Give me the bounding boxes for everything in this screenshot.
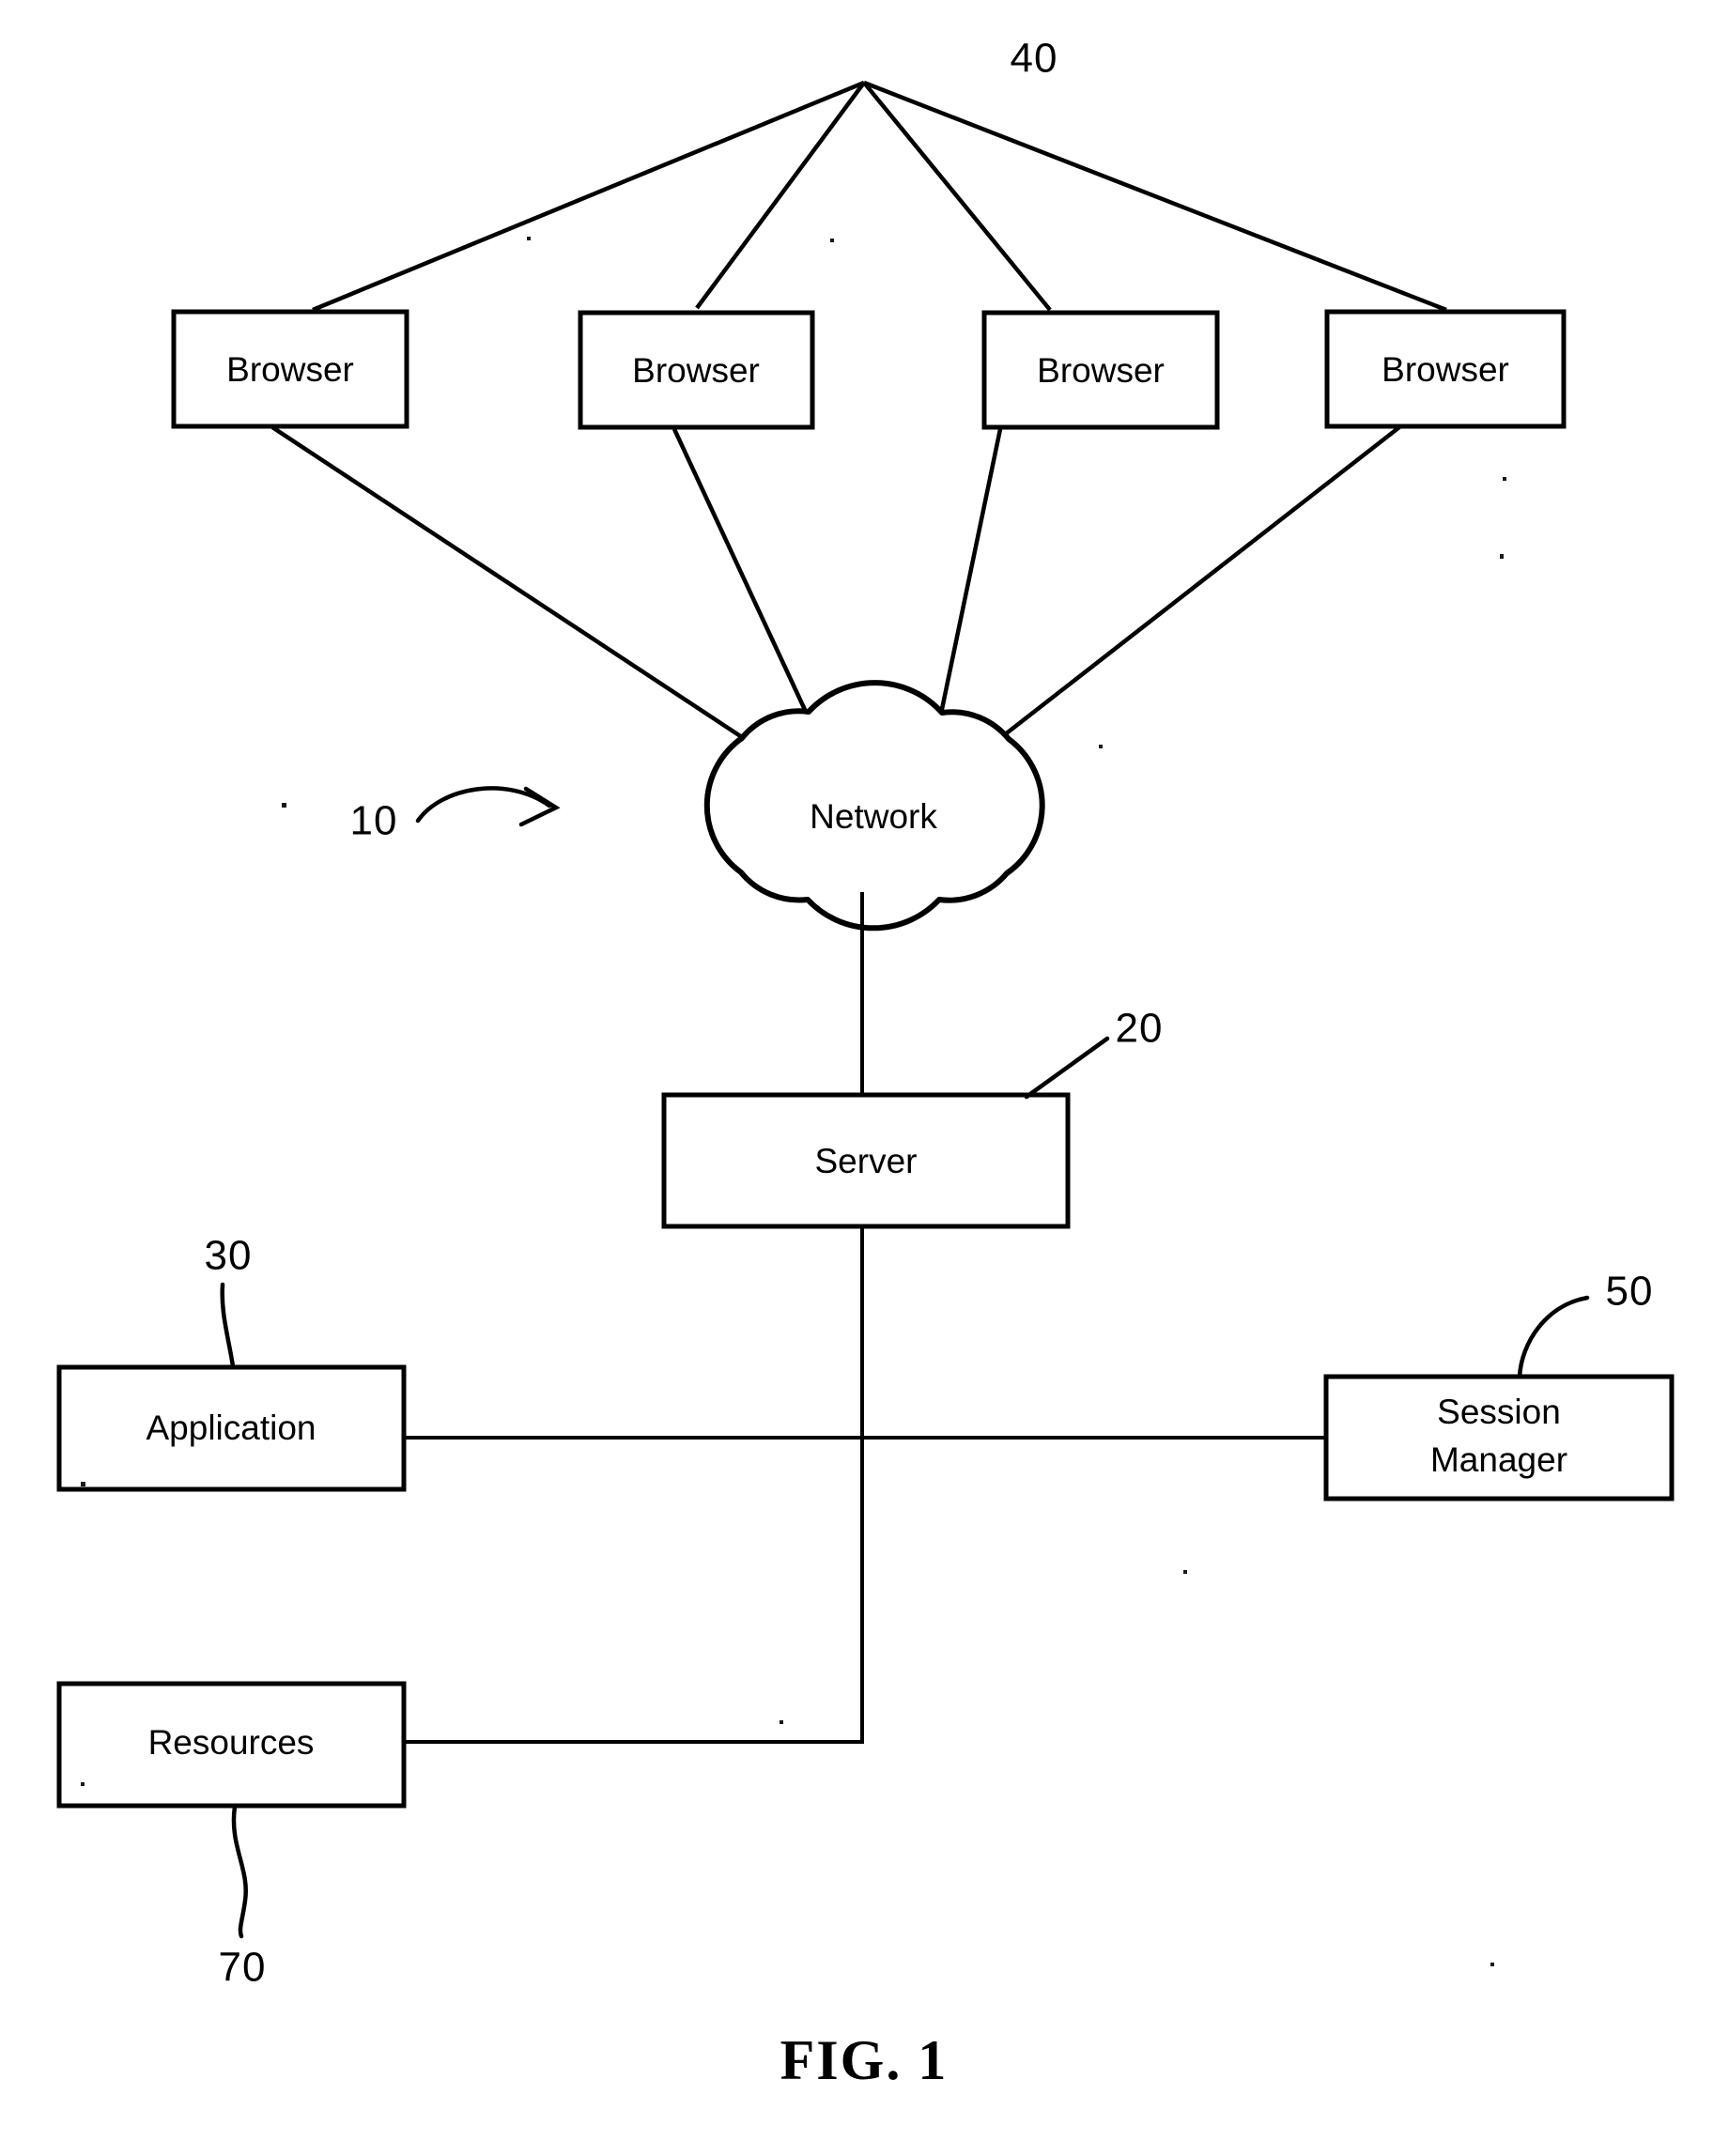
- speck: [1500, 554, 1504, 559]
- application-label: Application: [146, 1409, 316, 1447]
- server-box[interactable]: Server: [661, 1092, 1071, 1229]
- server-label: Server: [815, 1142, 918, 1180]
- network-label: Network: [810, 797, 937, 836]
- resources-label: Resources: [148, 1723, 315, 1762]
- session-manager-lead-line: [1517, 1295, 1590, 1379]
- speck: [282, 803, 286, 808]
- speck: [1503, 477, 1506, 481]
- server-lead-line: [1024, 1036, 1110, 1100]
- application-lead-line: [220, 1282, 236, 1369]
- link-browser-3-network: [938, 428, 1003, 715]
- resources-box[interactable]: Resources: [56, 1681, 407, 1809]
- session-manager-label-line1: Session: [1437, 1393, 1561, 1431]
- browser-1-label: Browser: [226, 350, 354, 389]
- session-manager-box[interactable]: Session Manager: [1323, 1374, 1675, 1502]
- browser-box-2[interactable]: Browser: [578, 310, 815, 430]
- session-manager-ref-annotation: 50: [1517, 1269, 1654, 1379]
- speck: [81, 1482, 85, 1486]
- network-cloud[interactable]: Network: [703, 680, 1045, 932]
- ref-numeral-20: 20: [1116, 1006, 1164, 1052]
- diagram-canvas: Browser Browser Browser Browser 40 Netwo…: [56, 36, 1675, 2091]
- resources-lead-line: [231, 1804, 248, 1939]
- session-manager-label-line2: Manager: [1430, 1440, 1567, 1479]
- speck: [527, 237, 531, 240]
- figure-caption: FIG. 1: [780, 2029, 949, 2091]
- link-browser-4-network: [994, 425, 1401, 744]
- ref-numeral-50: 50: [1606, 1269, 1654, 1315]
- browser-2-label: Browser: [632, 351, 760, 390]
- browser-box-3[interactable]: Browser: [981, 310, 1220, 430]
- ref-numeral-10: 10: [350, 798, 398, 844]
- application-ref-annotation: 30: [205, 1233, 253, 1369]
- application-box[interactable]: Application: [56, 1364, 407, 1492]
- patent-figure: Browser Browser Browser Browser 40 Netwo…: [0, 0, 1729, 2156]
- speck: [81, 1782, 85, 1786]
- speck: [1183, 1570, 1187, 1574]
- speck: [1490, 1963, 1494, 1966]
- server-ref-annotation: 20: [1024, 1006, 1164, 1100]
- ref-numeral-70: 70: [219, 1945, 267, 1991]
- ref-numeral-30: 30: [205, 1233, 253, 1279]
- ref-numeral-40: 40: [1011, 36, 1058, 82]
- fan-line-apex-browser-4: [863, 80, 1447, 313]
- speck: [780, 1720, 783, 1724]
- browser-box-4[interactable]: Browser: [1324, 309, 1567, 429]
- speck: [1099, 745, 1103, 748]
- resources-ref-annotation: 70: [219, 1804, 267, 1991]
- link-browser-2-network: [672, 428, 809, 713]
- browser-4-label: Browser: [1382, 350, 1509, 389]
- speck: [830, 239, 834, 242]
- browser-3-label: Browser: [1037, 351, 1165, 390]
- browser-fan-lines: [312, 80, 1447, 313]
- browser-box-1[interactable]: Browser: [171, 309, 409, 429]
- system-ref-annotation: 10: [350, 786, 561, 844]
- link-browser-1-network: [270, 425, 744, 739]
